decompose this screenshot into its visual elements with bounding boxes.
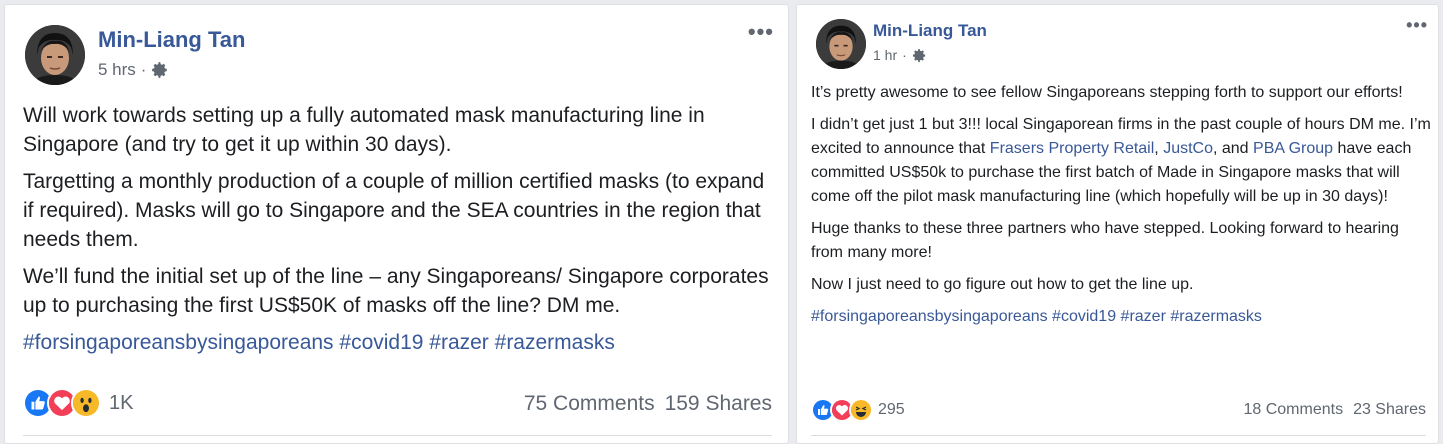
- meta-separator: ·: [902, 47, 907, 63]
- shares-count-link[interactable]: 159 Shares: [665, 392, 772, 416]
- paragraph-text: , and: [1212, 140, 1254, 157]
- post-meta: 5 hrs ·: [98, 60, 169, 80]
- reactions-summary[interactable]: 295: [811, 398, 905, 422]
- haha-reaction-icon: [849, 398, 873, 422]
- wow-reaction-icon: [71, 388, 101, 418]
- reaction-count: 295: [878, 401, 905, 418]
- post-paragraph: Huge thanks to these three partners who …: [811, 220, 1399, 261]
- divider: [811, 435, 1426, 436]
- reaction-count: 1K: [109, 391, 134, 414]
- hashtags-link[interactable]: #forsingaporeansbysingaporeans #covid19 …: [811, 305, 1431, 329]
- reactions-summary[interactable]: 1K: [23, 388, 133, 418]
- post-paragraph: I didn’t get just 1 but 3!!! local Singa…: [811, 113, 1431, 209]
- author-name[interactable]: Min-Liang Tan: [873, 21, 987, 41]
- author-name[interactable]: Min-Liang Tan: [98, 27, 245, 53]
- post-meta: 1 hr ·: [873, 47, 927, 63]
- avatar[interactable]: [25, 25, 85, 85]
- divider: [23, 435, 772, 436]
- post-paragraph: Targetting a monthly production of a cou…: [23, 170, 765, 251]
- engagement-counts: 75 Comments 159 Shares: [524, 392, 772, 416]
- post-body: It’s pretty awesome to see fellow Singap…: [811, 81, 1431, 337]
- post-time[interactable]: 5 hrs: [98, 60, 136, 80]
- page-link-frasers[interactable]: Frasers Property Retail: [990, 140, 1155, 157]
- post-time[interactable]: 1 hr: [873, 47, 897, 63]
- avatar-image: [816, 19, 866, 69]
- privacy-gear-icon[interactable]: [912, 48, 927, 63]
- post-paragraph: Will work towards setting up a fully aut…: [23, 104, 705, 156]
- shares-count-link[interactable]: 23 Shares: [1353, 401, 1426, 419]
- post-paragraph: We’ll fund the initial set up of the lin…: [23, 265, 769, 317]
- post-card: Min-Liang Tan 1 hr · ••• It’s pretty awe…: [796, 4, 1439, 444]
- more-options-button[interactable]: •••: [748, 19, 774, 45]
- avatar[interactable]: [816, 19, 866, 69]
- hashtags-link[interactable]: #forsingaporeansbysingaporeans #covid19 …: [23, 328, 778, 357]
- engagement-counts: 18 Comments 23 Shares: [1243, 401, 1426, 419]
- post-body: Will work towards setting up a fully aut…: [23, 101, 778, 365]
- paragraph-text: ,: [1154, 140, 1164, 157]
- privacy-gear-icon[interactable]: [151, 61, 169, 79]
- page-link-pba-group[interactable]: PBA Group: [1253, 140, 1333, 157]
- page-link-justco[interactable]: JustCo: [1163, 140, 1213, 157]
- post-paragraph: It’s pretty awesome to see fellow Singap…: [811, 84, 1403, 101]
- comments-count-link[interactable]: 75 Comments: [524, 392, 655, 416]
- post-card: Min-Liang Tan 5 hrs · ••• Will work towa…: [4, 4, 789, 444]
- avatar-image: [25, 25, 85, 85]
- more-options-button[interactable]: •••: [1406, 15, 1428, 36]
- post-paragraph: Now I just need to go figure out how to …: [811, 276, 1194, 293]
- meta-separator: ·: [140, 60, 147, 79]
- comments-count-link[interactable]: 18 Comments: [1243, 401, 1343, 419]
